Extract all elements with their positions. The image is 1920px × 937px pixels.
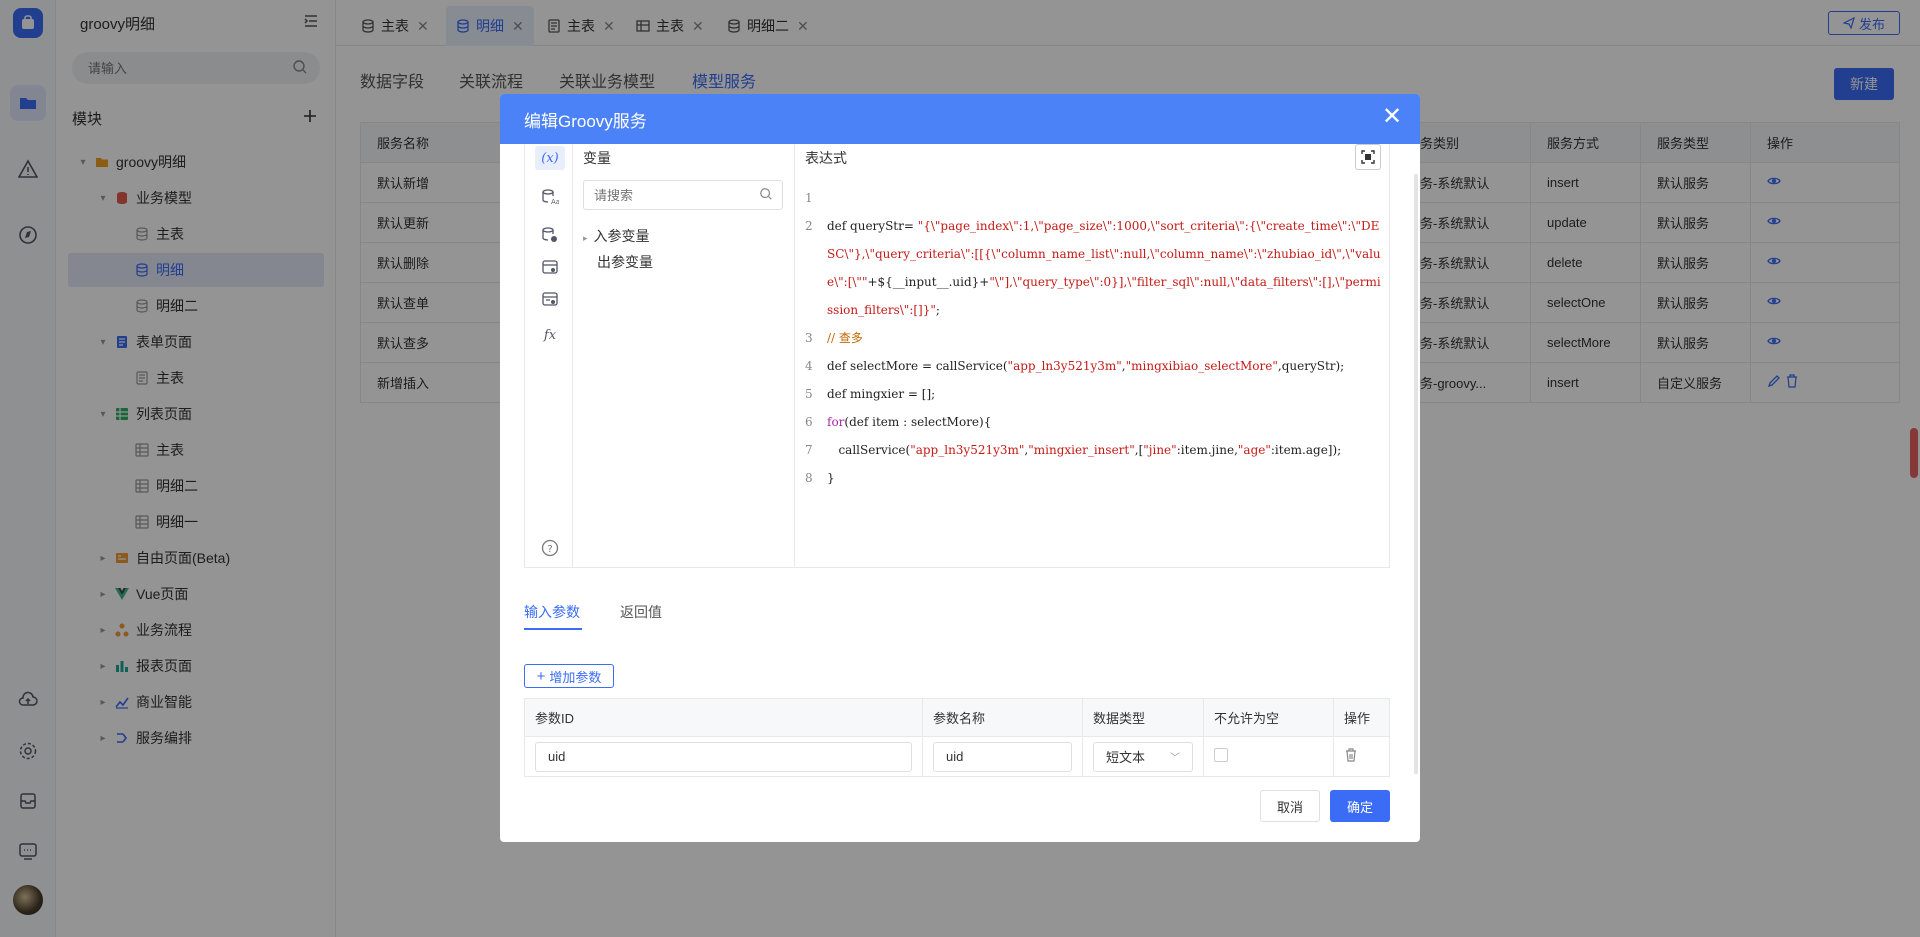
- line-number: 6: [805, 415, 813, 429]
- output-variables-label: 出参变量: [597, 254, 653, 270]
- code-line: 3 // 查多: [805, 324, 1381, 352]
- card-list-icon[interactable]: [539, 288, 561, 310]
- not-null-checkbox[interactable]: [1214, 748, 1228, 762]
- code-text: def queryStr= "{\"page_index\":1,\"page_…: [827, 219, 1381, 317]
- confirm-button[interactable]: 确定: [1330, 790, 1390, 822]
- search-icon[interactable]: [759, 187, 775, 203]
- code-line: 4 def selectMore = callService("app_ln3y5…: [805, 352, 1381, 380]
- line-number: 5: [805, 387, 813, 401]
- code-text: def mingxier = [];: [827, 387, 936, 401]
- add-param-button[interactable]: + 增加参数: [524, 664, 614, 688]
- expression-title: 表达式: [805, 150, 847, 166]
- code-text: def selectMore = callService("app_ln3y52…: [827, 359, 1345, 373]
- code-text: // 查多: [827, 331, 863, 345]
- line-number: 8: [805, 471, 813, 485]
- code-line: 7 callService("app_ln3y521y3m","mingxier…: [805, 436, 1381, 464]
- line-number: 3: [805, 331, 813, 345]
- param-id-input[interactable]: [535, 741, 912, 772]
- active-tab-underline: [524, 628, 582, 630]
- tab-input-params[interactable]: 输入参数: [524, 602, 580, 622]
- code-text: callService("app_ln3y521y3m","mingxier_i…: [827, 443, 1342, 457]
- delete-icon[interactable]: [1344, 748, 1358, 765]
- data-type-select[interactable]: 短文本 ﹀: [1093, 741, 1193, 772]
- fullscreen-icon[interactable]: [1355, 144, 1381, 170]
- card-code-icon[interactable]: [539, 256, 561, 278]
- add-param-label: 增加参数: [549, 669, 602, 685]
- cancel-button[interactable]: 取消: [1260, 790, 1320, 822]
- param-table: 参数ID 参数名称 数据类型 不允许为空 操作 短文本 ﹀: [524, 698, 1390, 777]
- col-param-actions: 操作: [1333, 698, 1390, 737]
- table-row: 短文本 ﹀: [524, 736, 1390, 777]
- variable-panel: 变量 ▸ 入参变量 出参变量: [573, 144, 795, 568]
- code-line: 6 for(def item : selectMore){: [805, 408, 1381, 436]
- db-settings-icon[interactable]: [539, 224, 561, 246]
- edit-groovy-dialog: 编辑Groovy服务 ✕ (x) Aa fx ? 变量 请搜索 ▸ 入参变量 出…: [500, 94, 1420, 842]
- code-area[interactable]: 表达式 1 2 def queryStr= "{\"page_index\":1,…: [795, 144, 1391, 568]
- code-text: for(def item : selectMore){: [827, 415, 992, 429]
- line-number: 2: [805, 219, 813, 233]
- close-icon[interactable]: ✕: [1380, 105, 1404, 130]
- col-data-type: 数据类型: [1082, 698, 1204, 737]
- plus-icon: +: [536, 667, 546, 685]
- col-not-null: 不允许为空: [1203, 698, 1334, 737]
- line-number: 7: [805, 443, 813, 457]
- dialog-scrollbar[interactable]: [1414, 174, 1418, 774]
- col-param-id: 参数ID: [524, 698, 923, 737]
- code-line: 8}: [805, 464, 1381, 492]
- tab-return-value[interactable]: 返回值: [620, 602, 662, 622]
- input-variables-node[interactable]: ▸ 入参变量: [583, 226, 650, 246]
- variable-panel-title: 变量: [583, 150, 611, 166]
- caret-right-icon: ▸: [583, 233, 588, 243]
- data-type-value: 短文本: [1106, 750, 1146, 765]
- line-number: 4: [805, 359, 813, 373]
- variable-icon[interactable]: (x): [535, 146, 565, 170]
- param-name-input[interactable]: [933, 741, 1072, 772]
- code-line: 5 def mingxier = [];: [805, 380, 1381, 408]
- output-variables-node[interactable]: 出参变量: [597, 252, 653, 272]
- help-icon[interactable]: ?: [539, 537, 561, 559]
- dialog-title: 编辑Groovy服务: [524, 111, 647, 131]
- svg-text:?: ?: [547, 544, 552, 555]
- editor-toolbar: (x) Aa fx ?: [525, 144, 573, 568]
- string-db-icon[interactable]: Aa: [539, 186, 561, 208]
- dialog-header: 编辑Groovy服务 ✕: [500, 94, 1420, 144]
- line-number: 1: [805, 191, 813, 205]
- code-line: 1: [805, 184, 1381, 212]
- function-icon[interactable]: fx: [539, 324, 561, 346]
- chevron-down-icon: ﹀: [1170, 753, 1180, 764]
- code-text: }: [827, 471, 835, 485]
- code-line: 2 def queryStr= "{\"page_index\":1,\"page…: [805, 212, 1381, 324]
- col-param-name: 参数名称: [922, 698, 1083, 737]
- variable-search-input[interactable]: [583, 180, 783, 210]
- input-variables-label: 入参变量: [593, 228, 650, 244]
- code-editor[interactable]: 1 2 def queryStr= "{\"page_index\":1,\"pa…: [805, 184, 1381, 492]
- expression-editor: (x) Aa fx ? 变量 ▸入参变: [524, 144, 1390, 568]
- svg-text:Aa: Aa: [551, 198, 559, 206]
